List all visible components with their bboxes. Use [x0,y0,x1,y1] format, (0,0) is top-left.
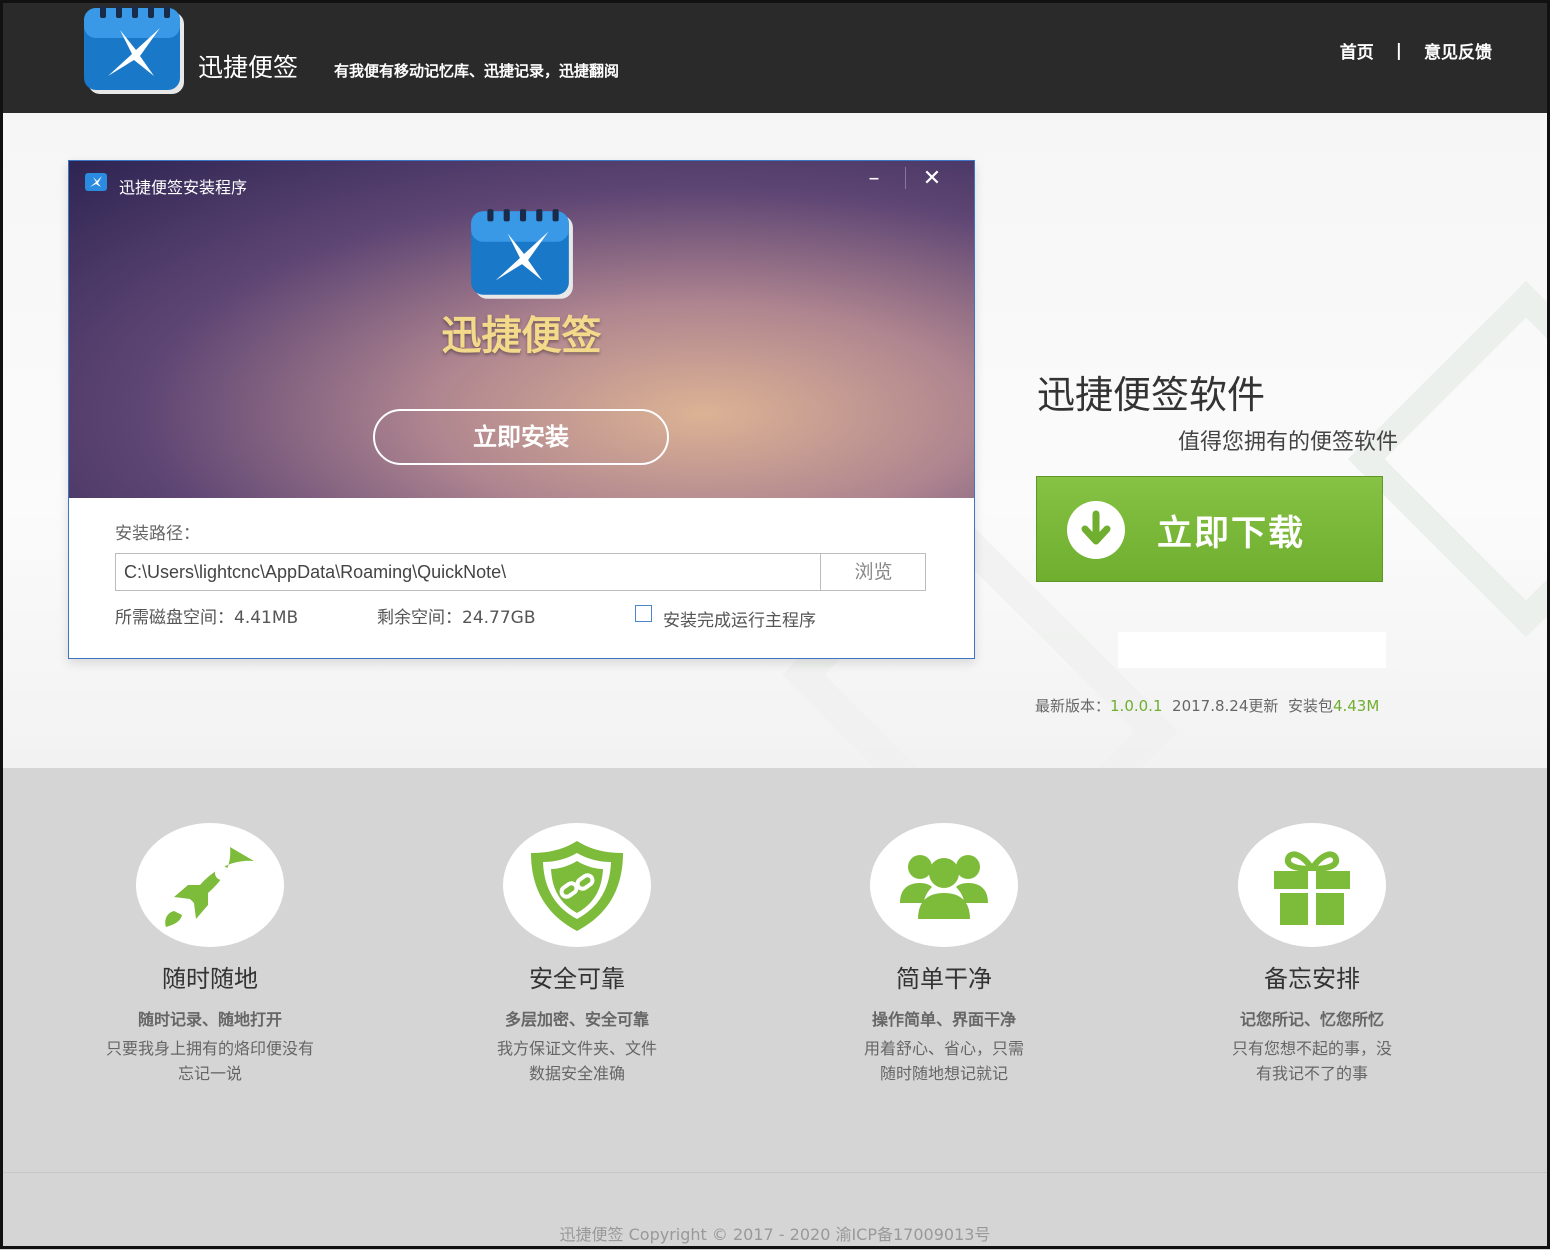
install-path-label: 安装路径： [115,524,200,544]
feature-desc-line: 有我记不了的事 [1255,1064,1368,1083]
window-button-divider [905,167,906,189]
installer-window-icon [85,173,107,191]
version-info: 最新版本：1.0.0.1 2017.8.24更新 安装包4.43M [1035,695,1379,716]
feature-icon-circle [870,823,1018,947]
installer-banner: 迅捷便签安装程序 – ✕ 迅捷便签 立即安装 [69,161,974,498]
feature-desc-line: 用着舒心、省心，只需 [863,1039,1024,1058]
feature-desc-line: 随时随地想记就记 [879,1064,1008,1083]
feature-description: 我方保证文件夹、文件 数据安全准确 [427,1036,727,1086]
gift-icon [1274,851,1350,925]
feature-description: 只要我身上拥有的烙印便没有 忘记一说 [60,1036,360,1086]
feature-memo: 备忘安排 记您所记、忆您所忆 只有您想不起的事，没 有我记不了的事 [1162,823,1462,1086]
feature-desc-line: 只有您想不起的事，没 [1231,1039,1392,1058]
install-path-input[interactable] [116,554,820,590]
nav-feedback-link[interactable]: 意见反馈 [1424,38,1492,63]
close-button[interactable]: ✕ [907,165,957,193]
top-nav: 首页 | 意见反馈 [1340,38,1492,64]
run-after-install-label[interactable]: 安装完成运行主程序 [663,606,816,631]
run-after-install-checkbox[interactable] [635,605,652,622]
feature-title: 简单干净 [896,965,992,993]
download-button-label: 立即下载 [1157,514,1306,554]
feature-subtitle: 操作简单、界面干净 [871,1010,1016,1029]
feature-desc-line: 我方保证文件夹、文件 [496,1039,657,1058]
installer-window-title: 迅捷便签安装程序 [119,178,248,197]
feature-icon-circle [503,823,651,947]
background-decoration [1347,280,1550,638]
feature-secure: 安全可靠 多层加密、安全可靠 我方保证文件夹、文件 数据安全准确 [427,823,727,1086]
product-title: 迅捷便签软件 [1037,373,1266,417]
package-label: 安装包 [1287,697,1333,715]
product-subtitle: 值得您拥有的便签软件 [1178,430,1399,455]
feature-subtitle: 记您所记、忆您所忆 [1239,1010,1384,1029]
brand-name: 迅捷便签 [198,53,299,82]
install-now-button[interactable]: 立即安装 [373,409,669,465]
disk-free-text: 剩余空间：24.77GB [377,608,536,628]
feature-title: 安全可靠 [529,965,625,993]
features-section: 随时随地 随时记录、随地打开 只要我身上拥有的烙印便没有 忘记一说 安全可靠 多… [0,768,1550,1172]
install-path-field: 浏览 [115,553,926,591]
feature-simple: 简单干净 操作简单、界面干净 用着舒心、省心，只需 随时随地想记就记 [794,823,1094,1086]
rocket-icon [165,847,254,927]
disk-required-text: 所需磁盘空间：4.41MB [115,608,299,628]
version-number: 1.0.0.1 [1110,697,1163,715]
minimize-button[interactable]: – [849,165,899,193]
brand-slogan: 有我便有移动记忆库、迅捷记录，迅捷翻阅 [334,62,620,80]
feature-icon-circle [136,823,284,947]
feature-title: 随时随地 [162,965,258,993]
feature-desc-line: 只要我身上拥有的烙印便没有 [105,1039,314,1058]
blank-strip [1118,632,1386,668]
feature-desc-line: 忘记一说 [177,1064,242,1083]
app-logo-icon[interactable] [80,6,188,96]
browse-button[interactable]: 浏览 [820,554,926,590]
shield-icon [531,841,623,931]
page-footer: 迅捷便签 Copyright © 2017 - 2020 渝ICP备170090… [0,1172,1550,1250]
feature-anytime: 随时随地 随时记录、随地打开 只要我身上拥有的烙印便没有 忘记一说 [60,823,360,1086]
copyright-text: 迅捷便签 Copyright © 2017 - 2020 渝ICP备170090… [559,1225,991,1244]
feature-desc-line: 数据安全准确 [528,1064,625,1083]
nav-home-link[interactable]: 首页 [1340,38,1374,63]
feature-description: 只有您想不起的事，没 有我记不了的事 [1162,1036,1462,1086]
update-date: 2017.8.24更新 [1172,697,1279,715]
users-icon [900,855,988,919]
download-now-button[interactable]: 立即下载 [1036,476,1383,582]
top-header: 迅捷便签 有我便有移动记忆库、迅捷记录，迅捷翻阅 首页 | 意见反馈 [0,0,1550,113]
feature-subtitle: 随时记录、随地打开 [137,1010,282,1029]
installer-window: 迅捷便签安装程序 – ✕ 迅捷便签 立即安装 安装路径： 浏览 所需磁盘空间：4… [68,160,975,659]
package-size: 4.43M [1332,697,1380,715]
installer-app-logo-icon [471,209,573,299]
feature-title: 备忘安排 [1264,965,1360,993]
feature-subtitle: 多层加密、安全可靠 [504,1010,649,1029]
version-label: 最新版本： [1035,697,1111,715]
feature-icon-circle [1238,823,1386,947]
nav-separator: | [1395,40,1402,61]
feature-description: 用着舒心、省心，只需 随时随地想记就记 [794,1036,1094,1086]
installer-app-name: 迅捷便签 [441,313,602,359]
download-arrow-icon [1067,501,1125,559]
